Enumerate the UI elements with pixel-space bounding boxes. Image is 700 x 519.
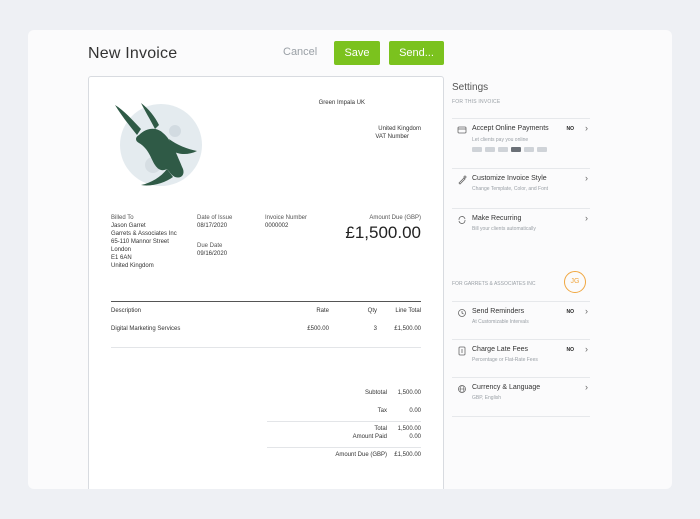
setting-subtitle: Let clients pay you online <box>472 137 529 143</box>
clock-icon <box>458 309 466 317</box>
client-name: Jason Garret <box>111 223 146 229</box>
setting-accept-online-payments[interactable]: Accept Online Payments Let clients pay y… <box>452 118 590 168</box>
amex-icon <box>498 147 508 152</box>
amount-paid-value: 0.00 <box>409 434 421 440</box>
setting-currency-language[interactable]: Currency & Language GBP, English › <box>452 377 590 417</box>
setting-charge-late-fees[interactable]: Charge Late Fees Percentage or Flat-Rate… <box>452 339 590 377</box>
setting-make-recurring[interactable]: Make Recurring Bill your clients automat… <box>452 208 590 248</box>
setting-subtitle: GBP, English <box>472 395 502 401</box>
line-rate[interactable]: £500.00 <box>307 326 329 332</box>
setting-title: Charge Late Fees <box>472 346 529 353</box>
card-brand-icons <box>472 147 547 152</box>
line-item-rule <box>111 347 421 348</box>
client-avatar[interactable]: JG <box>564 271 586 293</box>
table-header-rule <box>111 301 421 302</box>
chevron-right-icon: › <box>585 173 588 183</box>
amount-due-rule <box>267 447 421 448</box>
client-company: Garrets & Associates Inc <box>111 231 177 237</box>
company-info[interactable]: Green Impala UK United Kingdom VAT Numbe… <box>319 99 421 141</box>
tax-value: 0.00 <box>409 408 421 414</box>
globe-icon <box>458 385 466 393</box>
section-for-client: FOR GARRETS & ASSOCIATES INC <box>452 281 536 287</box>
section-for-this-invoice: FOR THIS INVOICE <box>452 99 501 105</box>
chevron-right-icon: › <box>585 344 588 354</box>
save-button[interactable]: Save <box>334 41 380 65</box>
chevron-right-icon: › <box>585 213 588 223</box>
setting-title: Accept Online Payments <box>472 125 549 132</box>
recurring-icon <box>458 216 466 224</box>
brush-icon <box>458 175 467 185</box>
amount-due: Amount Due (GBP) £1,500.00 <box>345 214 421 243</box>
totals-rule <box>267 421 421 422</box>
setting-title: Send Reminders <box>472 308 525 315</box>
impala-logo[interactable] <box>111 99 203 191</box>
mastercard-icon <box>485 147 495 152</box>
invoice-number[interactable]: Invoice Number 0000002 <box>265 214 307 230</box>
line-total: £1,500.00 <box>394 326 421 332</box>
company-country: United Kingdom <box>378 126 421 132</box>
final-amount-due-value: £1,500.00 <box>394 452 421 458</box>
subtotal-label: Subtotal <box>364 390 387 396</box>
client-city: London <box>111 247 132 253</box>
chevron-right-icon: › <box>585 382 588 392</box>
invoice-number-value: 0000002 <box>265 223 289 229</box>
client-street: 65-110 Mannor Street <box>111 239 169 245</box>
date-of-issue-label: Date of Issue <box>197 215 233 221</box>
col-description: Description <box>111 308 142 314</box>
card-icon <box>457 126 467 134</box>
setting-subtitle: Bill your clients automatically <box>472 226 536 232</box>
due-date[interactable]: Due Date 09/16/2020 <box>197 242 227 258</box>
company-name: Green Impala UK <box>318 100 365 106</box>
due-date-label: Due Date <box>197 243 223 249</box>
setting-customize-style[interactable]: Customize Invoice Style Change Template,… <box>452 168 590 208</box>
setting-subtitle: Change Template, Color, and Font <box>472 186 549 192</box>
client-country: United Kingdom <box>111 263 154 269</box>
subtotal-value: 1,500.00 <box>397 390 421 396</box>
status-badge: NO <box>566 126 575 132</box>
setting-title: Currency & Language <box>472 384 541 391</box>
status-badge: NO <box>566 347 575 353</box>
date-of-issue[interactable]: Date of Issue 08/17/2020 <box>197 214 232 230</box>
total-value: 1,500.00 <box>397 426 421 432</box>
final-amount-due-label: Amount Due (GBP) <box>335 452 387 458</box>
settings-title: Settings <box>452 82 489 93</box>
total-label: Total <box>374 426 387 432</box>
vat-number-label: VAT Number <box>375 134 409 140</box>
amount-due-label: Amount Due (GBP) <box>369 215 421 221</box>
chevron-right-icon: › <box>585 306 588 316</box>
setting-subtitle: At Customizable Intervals <box>472 319 529 325</box>
due-date-value: 09/16/2020 <box>197 251 228 257</box>
visa-icon <box>472 147 482 152</box>
fee-icon <box>458 346 466 356</box>
line-qty[interactable]: 3 <box>374 326 377 332</box>
discover-icon <box>511 147 521 152</box>
invoice-document: Green Impala UK United Kingdom VAT Numbe… <box>88 76 444 489</box>
cancel-button[interactable]: Cancel <box>283 46 317 58</box>
line-description[interactable]: Digital Marketing Services <box>111 326 180 332</box>
send-button[interactable]: Send... <box>389 41 444 65</box>
billed-to-label: Billed To <box>111 215 134 221</box>
invoice-number-label: Invoice Number <box>265 215 308 221</box>
amount-paid-label: Amount Paid <box>352 434 387 440</box>
chevron-right-icon: › <box>585 123 588 133</box>
col-line-total: Line Total <box>395 308 421 314</box>
billed-to[interactable]: Billed To Jason Garret Garrets & Associa… <box>111 214 177 270</box>
amount-due-value: £1,500.00 <box>345 223 421 242</box>
client-postcode: E1 6AN <box>111 255 132 261</box>
status-badge: NO <box>566 309 575 315</box>
setting-subtitle: Percentage or Flat-Rate Fees <box>472 357 538 363</box>
google-pay-icon <box>537 147 547 152</box>
tax-label: Tax <box>377 408 387 414</box>
apple-pay-icon <box>524 147 534 152</box>
invoice-editor-card: New Invoice Cancel Save Send... Green Im… <box>28 30 672 489</box>
col-rate: Rate <box>316 308 329 314</box>
setting-send-reminders[interactable]: Send Reminders At Customizable Intervals… <box>452 301 590 339</box>
setting-title: Customize Invoice Style <box>472 175 547 182</box>
setting-title: Make Recurring <box>472 215 522 222</box>
settings-header: Settings FOR THIS INVOICE <box>452 82 590 105</box>
page-title: New Invoice <box>88 45 178 62</box>
date-of-issue-value: 08/17/2020 <box>197 223 228 229</box>
col-qty: Qty <box>367 308 377 314</box>
